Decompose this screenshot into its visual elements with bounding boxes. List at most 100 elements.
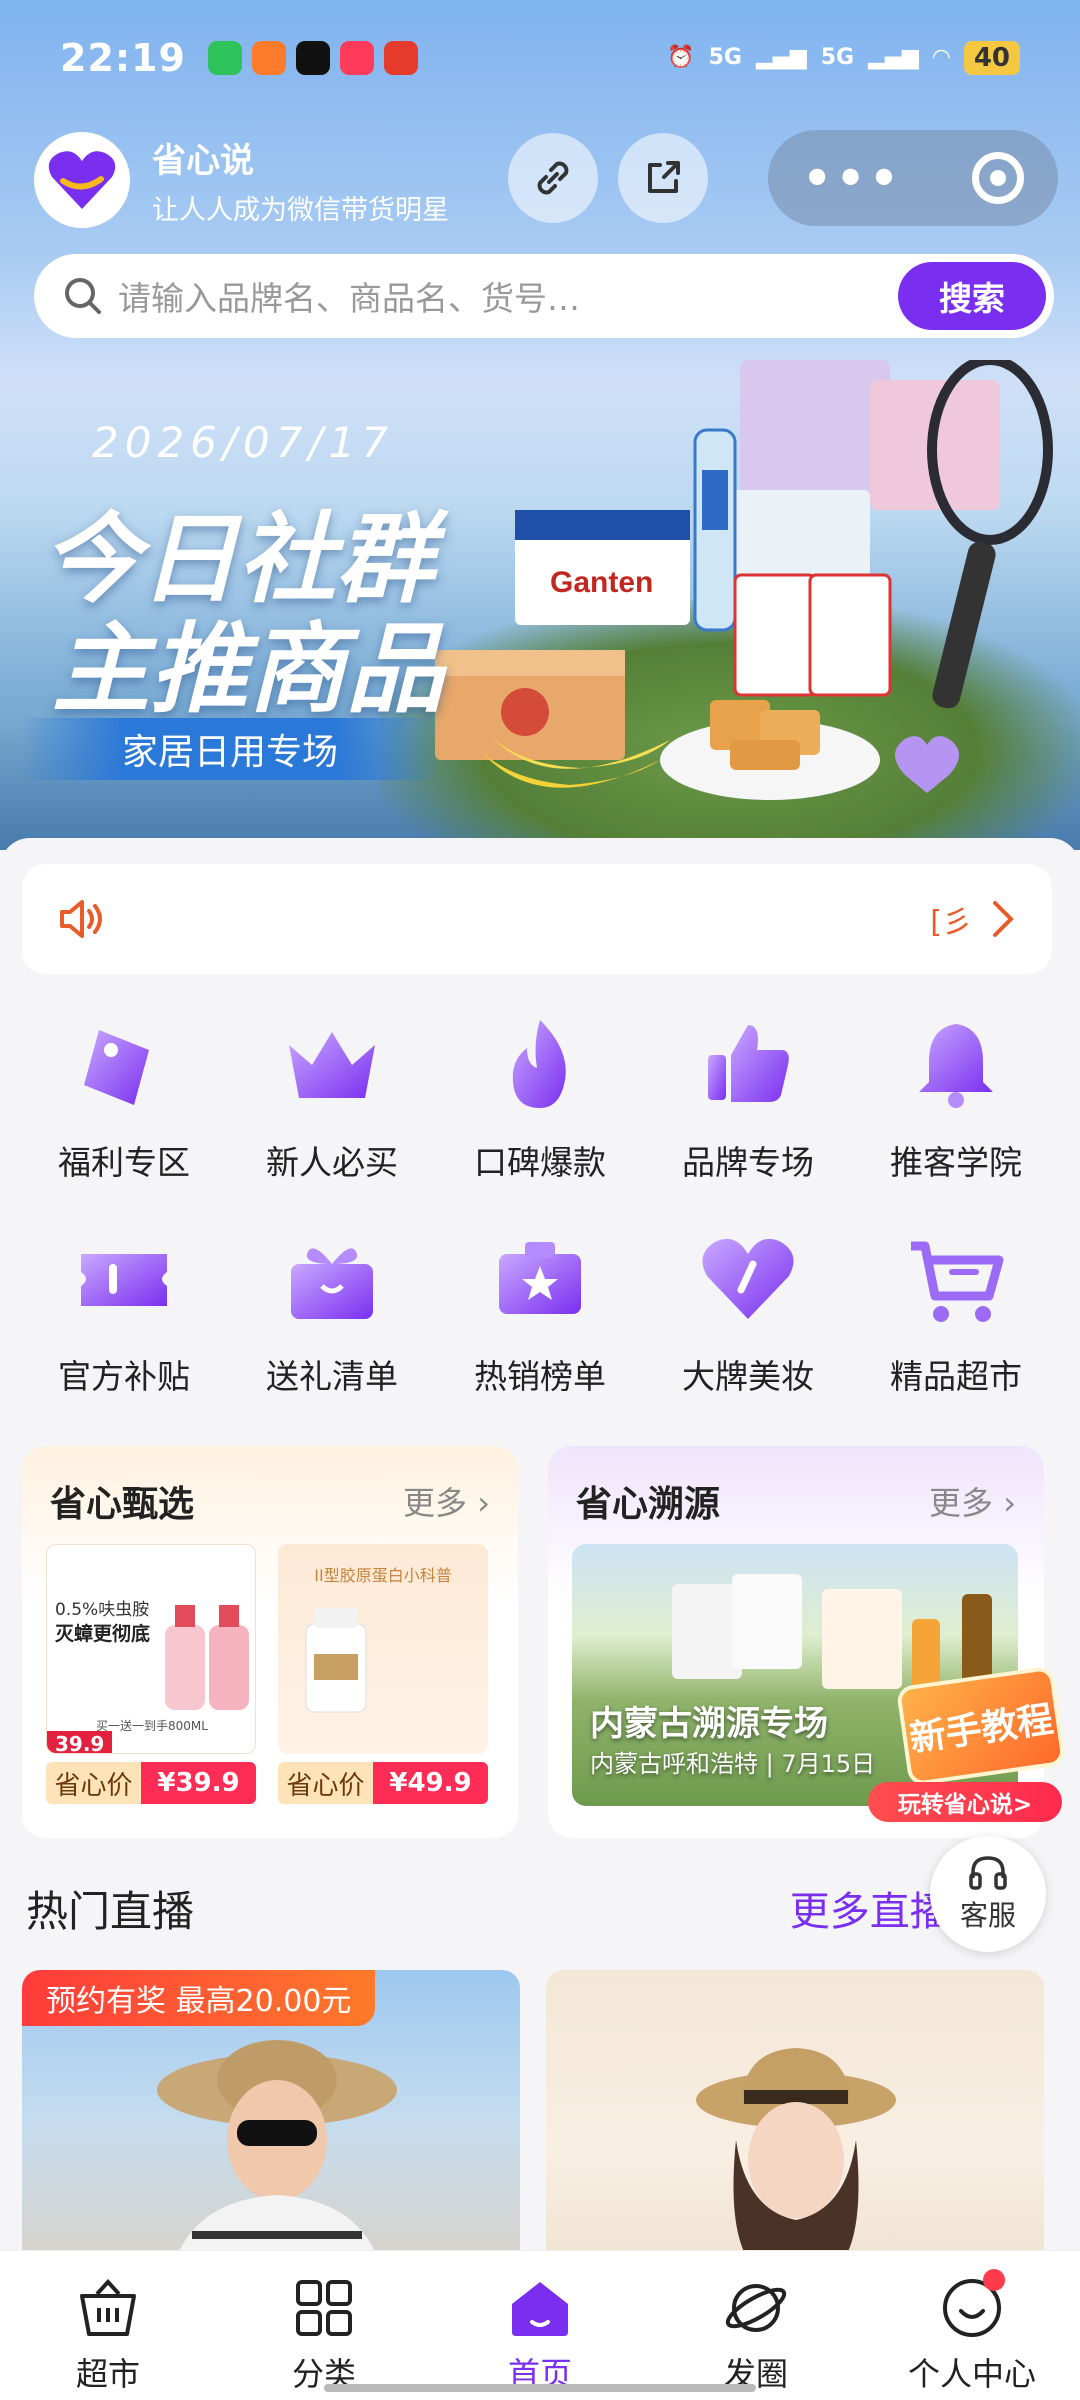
live-stream-card[interactable] [546, 1970, 1044, 2270]
miniprogram-capsule: ••• [768, 130, 1058, 226]
status-notification-icons [207, 40, 418, 75]
category-item-beauty[interactable]: 大牌美妆 [644, 1224, 852, 1398]
signal-label: 5G [820, 45, 855, 70]
price-label: 省心价 [278, 1762, 373, 1804]
category-label: 福利专区 [58, 1143, 190, 1182]
tab-category[interactable]: 分类 [216, 2251, 432, 2400]
supplement-bottle-illustration [305, 1608, 367, 1713]
status-right: ⏰ 5G ▂▄▆ 5G ▂▄▆ ◠ 40 [667, 40, 1020, 75]
customer-service-button[interactable]: 客服 [930, 1836, 1046, 1952]
heart-logo-icon [48, 151, 116, 209]
search-button[interactable]: 搜索 [898, 262, 1046, 330]
category-label: 口碑爆款 [474, 1143, 606, 1182]
app-logo[interactable] [34, 132, 130, 228]
notice-text: [彡 [930, 905, 972, 940]
streamer-photo [157, 2040, 397, 2270]
notice-bar[interactable]: [彡 [22, 864, 1052, 974]
selection-card-header: 省心甄选 更多 › [22, 1446, 518, 1556]
streamer-photo [696, 2048, 896, 2270]
smile-icon [937, 2269, 1007, 2343]
link-icon [537, 161, 569, 195]
thumbs-up-icon [708, 1025, 789, 1102]
product-image-price: 39.9 [47, 1731, 113, 1753]
tutorial-play-button[interactable]: 玩转省心说> [868, 1782, 1062, 1822]
share-button[interactable] [618, 133, 708, 223]
selection-card[interactable]: 省心甄选 更多 › 0.5%呋虫胺 灭蟑更彻底 买一送一到手800ML 39.9… [22, 1446, 518, 1838]
share-icon [648, 161, 680, 193]
spray-bottle-illustration [165, 1605, 249, 1710]
category-item-subsidy[interactable]: 官方补贴 [20, 1224, 228, 1398]
selection-product-1[interactable]: 0.5%呋虫胺 灭蟑更彻底 买一送一到手800ML 39.9 省心价 ¥39.9 [46, 1544, 256, 1820]
app-slogan: 让人人成为微信带货明星 [152, 195, 449, 226]
tag-icon [84, 1030, 149, 1105]
signal-icon: ▂▄▆ [755, 45, 807, 70]
app-header: 省心说 让人人成为微信带货明星 ••• [34, 130, 1058, 230]
heart-icon [702, 1238, 794, 1319]
category-item-gift[interactable]: 送礼清单 [228, 1224, 436, 1398]
selection-product-2[interactable]: II型胶原蛋白小科普 省心价 ¥49.9 [278, 1544, 488, 1820]
ticket-icon [81, 1254, 167, 1306]
product-image-text: 灭蟑更彻底 [55, 1623, 151, 1645]
customer-service-label: 客服 [959, 1899, 1016, 1932]
traceability-more-link[interactable]: 更多 › [929, 1478, 1016, 1524]
price-row: 省心价 ¥39.9 [46, 1762, 256, 1804]
link-button[interactable] [508, 133, 598, 223]
traceability-image-subtitle: 内蒙古呼和浩特 | 7月15日 [590, 1750, 876, 1778]
category-item-ranking[interactable]: 热销榜单 [436, 1224, 644, 1398]
live-section-header: 热门直播 更多直播 > [26, 1876, 1056, 1940]
category-item-supermarket[interactable]: 精品超市 [852, 1224, 1060, 1398]
banner-title: 主推商品 [52, 613, 445, 727]
tab-profile[interactable]: 个人中心 [864, 2251, 1080, 2400]
notification-dot [983, 2269, 1005, 2291]
more-label: 更多 [403, 1484, 468, 1522]
banner-date: 2026/07/17 [92, 418, 395, 467]
live-section-title: 热门直播 [26, 1886, 195, 1936]
cart-icon [911, 1241, 1004, 1322]
bottom-tab-bar: 超市 分类 首页 发圈 个人中心 [0, 2250, 1080, 2400]
search-input[interactable]: 请输入品牌名、商品名、货号… [118, 272, 580, 320]
tab-label: 超市 [75, 2355, 140, 2393]
headset-icon [969, 1856, 1007, 1890]
app-title-block: 省心说 让人人成为微信带货明星 [152, 133, 449, 227]
bell-icon [919, 1024, 993, 1108]
tab-supermarket[interactable]: 超市 [0, 2251, 216, 2400]
chevron-right-icon[interactable] [990, 898, 1016, 940]
selection-more-link[interactable]: 更多 › [403, 1478, 490, 1524]
alarm-icon: ⏰ [667, 45, 695, 70]
category-item-welfare[interactable]: 福利专区 [20, 1010, 228, 1184]
category-label: 新人必买 [266, 1143, 398, 1182]
category-label: 送礼清单 [266, 1357, 398, 1396]
planet-icon [721, 2273, 791, 2343]
more-label: 更多 [929, 1484, 994, 1522]
tutorial-floating-badge[interactable]: 新手教程 玩转省心说> [866, 1665, 1067, 1826]
selection-card-title: 省心甄选 [50, 1484, 195, 1525]
tab-moments[interactable]: 发圈 [648, 2251, 864, 2400]
live-stream-card[interactable]: 预约有奖 最高20.00元 [22, 1970, 520, 2270]
search-bar[interactable]: 请输入品牌名、商品名、货号… 搜索 [34, 254, 1054, 338]
gift-icon [291, 1248, 373, 1319]
category-label: 精品超市 [890, 1357, 1022, 1396]
category-item-popular[interactable]: 口碑爆款 [436, 1010, 644, 1184]
close-miniprogram-icon[interactable] [971, 152, 1024, 204]
status-bar: 22:19 ⏰ 5G ▂▄▆ 5G ▂▄▆ ◠ 40 [0, 0, 1080, 115]
home-indicator[interactable] [324, 2384, 756, 2392]
price-row: 省心价 ¥49.9 [278, 1762, 488, 1804]
tab-home[interactable]: 首页 [432, 2251, 648, 2400]
category-item-brand[interactable]: 品牌专场 [644, 1010, 852, 1184]
category-item-academy[interactable]: 推客学院 [852, 1010, 1060, 1184]
grid-icon [289, 2273, 359, 2343]
star-folder-icon [499, 1242, 581, 1314]
basket-icon [73, 2273, 143, 2343]
search-icon [65, 278, 101, 314]
flame-icon [512, 1020, 566, 1108]
app-icon [251, 40, 286, 75]
wifi-icon: ◠ [932, 45, 950, 70]
category-item-newcomer[interactable]: 新人必买 [228, 1010, 436, 1184]
hero-banner[interactable]: Ganten 22:19 ⏰ 5G ▂▄▆ 5G ▂▄▆ ◠ 40 省心说 让人… [0, 0, 1080, 850]
more-options-icon[interactable]: ••• [802, 151, 902, 205]
price-value: ¥49.9 [373, 1762, 488, 1804]
product-image: 0.5%呋虫胺 灭蟑更彻底 买一送一到手800ML 39.9 [46, 1544, 256, 1754]
tiktok-icon [295, 40, 330, 75]
crown-icon [289, 1032, 375, 1098]
app-name: 省心说 [152, 141, 254, 181]
